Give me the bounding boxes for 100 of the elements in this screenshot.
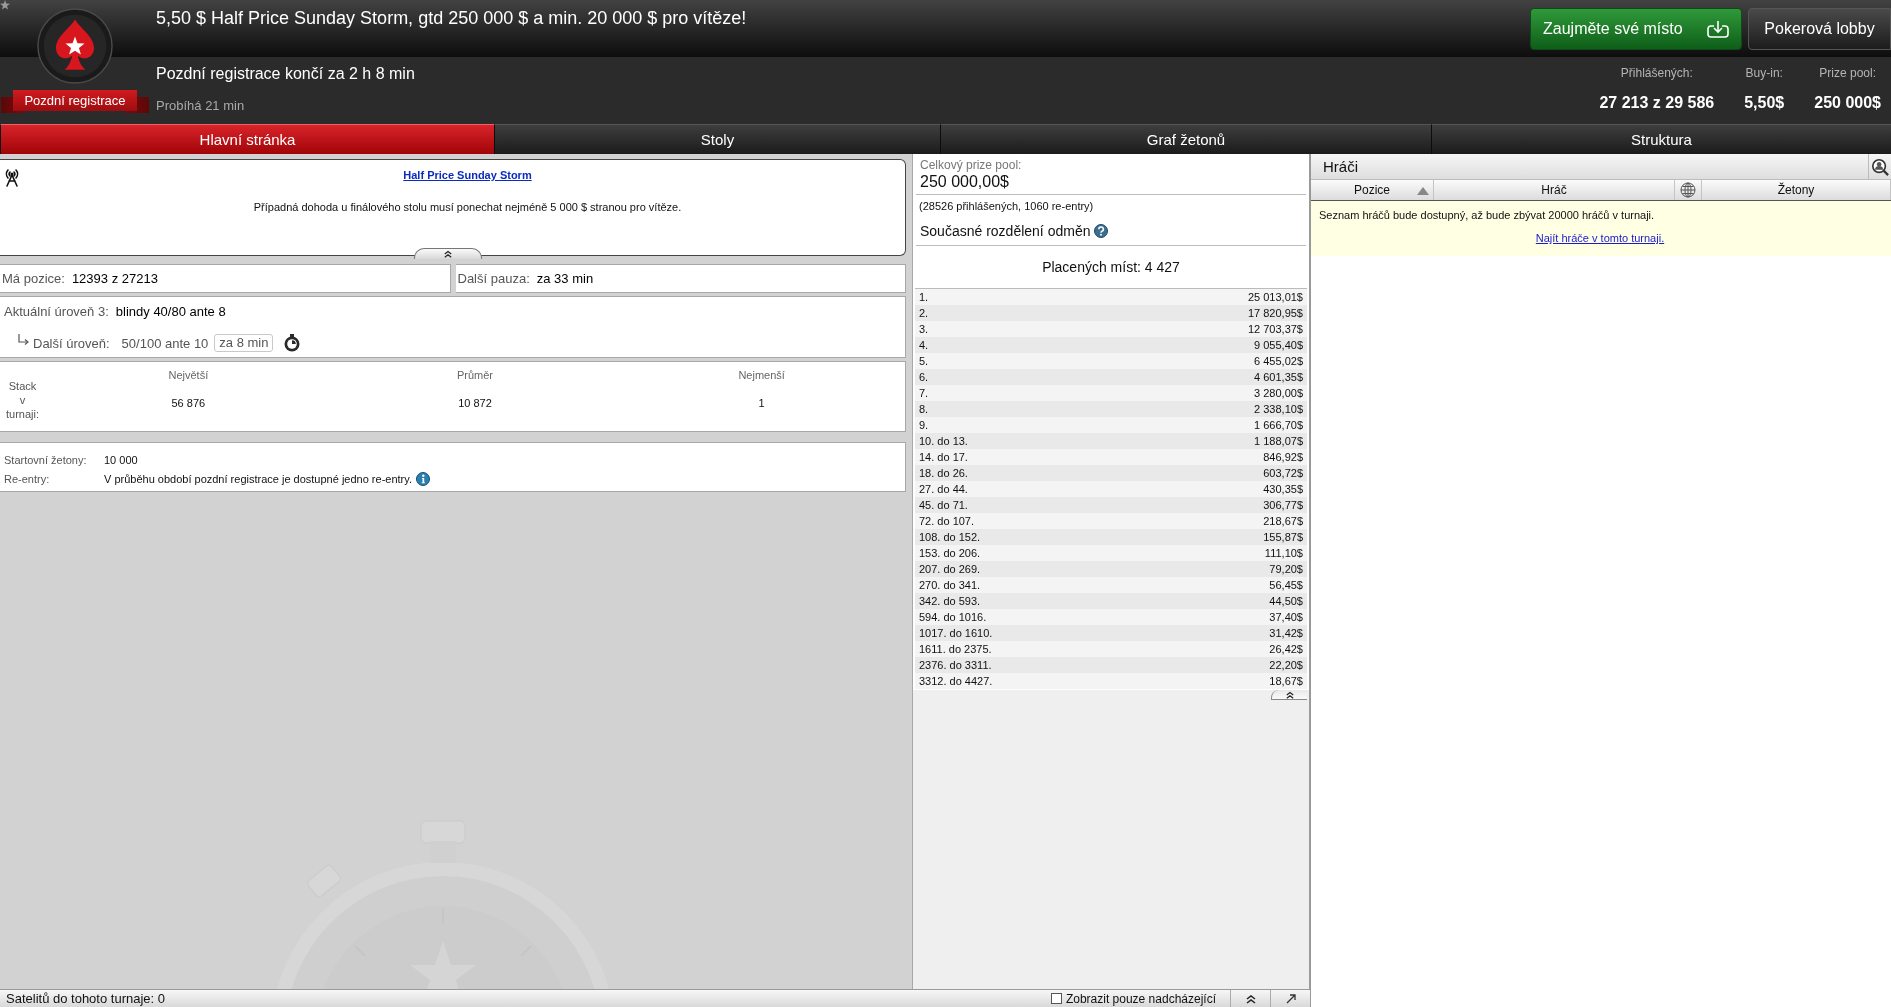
payout-amount: 44,50$ (1269, 595, 1303, 607)
payout-place: 14. do 17. (919, 451, 968, 463)
tab[interactable]: Struktura (1431, 124, 1891, 154)
payout-amount: 26,42$ (1269, 643, 1303, 655)
prize-pool-label: Celkový prize pool: (920, 158, 1023, 172)
players-title: Hráči (1323, 158, 1358, 175)
find-players-link[interactable]: Najít hráče v tomto turnaji. (1535, 231, 1665, 245)
paid-places: Placených míst: 4 427 (1042, 259, 1180, 275)
payout-place: 7. (919, 387, 929, 399)
payout-amount: 6 455,02$ (1254, 355, 1303, 367)
payout-amount: 79,20$ (1269, 563, 1303, 575)
info-icon[interactable] (416, 471, 430, 486)
payout-place: 270. do 341. (919, 579, 981, 591)
stat-value: 27 213 z 29 586 (1599, 93, 1715, 113)
late-registration-text: Pozdní registrace končí za 2 h 8 min (156, 65, 415, 83)
payout-place: 2. (919, 307, 929, 319)
notice-text: Seznam hráčů bude dostupný, až bude zbývat 20000 hráčů v turnaji. (1319, 208, 1656, 222)
stack-heading: Největší (168, 368, 209, 383)
running-time: Probíhá 21 min (156, 98, 245, 114)
payout-place: 1017. do 1610. (919, 627, 993, 639)
payout-place: 153. do 206. (919, 547, 981, 559)
double-chevron-up-icon (1284, 690, 1295, 699)
tab[interactable]: Graf žetonů (940, 124, 1431, 154)
find-player-button[interactable] (1868, 154, 1891, 179)
payout-amount: 1 188,07$ (1254, 435, 1303, 447)
stat-label: Přihlášených: (1620, 65, 1693, 81)
payout-amount: 2 338,10$ (1254, 403, 1303, 415)
tab[interactable]: Hlavní stránka (0, 124, 494, 154)
register-button[interactable]: Zaujměte své místo (1530, 8, 1742, 50)
payout-amount: 22,20$ (1269, 659, 1303, 671)
field-value: 12393 z 27213 (71, 271, 158, 286)
payout-amount: 218,67$ (1263, 515, 1303, 527)
payout-place: 6. (919, 371, 929, 383)
payout-place: 342. do 593. (919, 595, 981, 607)
detail-value: V průběhu období pozdní registrace je dostupné jedno re-entry. (104, 472, 412, 485)
payout-amount: 25 013,01$ (1247, 291, 1303, 303)
payout-place: 2376. do 3311. (919, 659, 992, 671)
payout-place: 9. (919, 419, 929, 431)
globe-icon (1680, 182, 1696, 198)
detail-value: 10 000 (104, 453, 138, 466)
level-countdown: za 8 min (214, 334, 274, 352)
field-value: za 33 min (536, 271, 594, 286)
star-icon[interactable] (0, 0, 10, 10)
stopwatch-icon (283, 334, 302, 352)
collapse-button[interactable] (1271, 690, 1307, 700)
field-label: Další pauza: (457, 271, 530, 286)
stack-heading: Průměr (456, 368, 493, 383)
payout-place: 1. (919, 291, 929, 303)
payout-place: 4. (919, 339, 929, 351)
sort-ascending-icon (1417, 187, 1429, 195)
download-tray-icon (1707, 20, 1729, 38)
payout-amount: 3 280,00$ (1254, 387, 1303, 399)
double-chevron-up-icon (1244, 993, 1257, 1004)
column-header[interactable] (1675, 180, 1702, 200)
payout-amount: 155,87$ (1263, 531, 1303, 543)
column-header[interactable]: Pozice (1311, 180, 1434, 200)
stack-value: 1 (758, 396, 765, 410)
return-arrow-icon (17, 334, 29, 346)
next-level-label: Další úroveň: (33, 335, 110, 351)
stack-value: 56 876 (171, 396, 206, 410)
payout-amount: 306,77$ (1263, 499, 1303, 511)
payout-place: 27. do 44. (919, 483, 968, 495)
payout-amount: 17 820,95$ (1247, 307, 1303, 319)
stack-value: 10 872 (458, 396, 492, 410)
help-icon[interactable] (1094, 224, 1109, 238)
payout-place: 18. do 26. (919, 467, 968, 479)
prize-pool-value: 250 000,00$ (920, 172, 1010, 192)
stack-label: Stack v turnaji: (5, 378, 40, 421)
payout-amount: 1 666,70$ (1254, 419, 1303, 431)
payout-amount: 603,72$ (1263, 467, 1303, 479)
payout-place: 3. (919, 323, 929, 335)
lobby-button[interactable]: Pokerová lobby (1748, 8, 1891, 50)
payout-amount: 18,67$ (1269, 675, 1303, 687)
payout-amount: 31,42$ (1269, 627, 1303, 639)
satellites-text: Satelitů do tohoto turnaje: 0 (5, 991, 165, 1006)
detail-label: Startovní žetony: (4, 453, 88, 466)
stack-heading: Nejmenší (738, 368, 785, 383)
payout-amount: 846,92$ (1263, 451, 1303, 463)
distribution-label: Současné rozdělení odměn (920, 222, 1091, 240)
spade-logo-icon (37, 8, 113, 84)
tab[interactable]: Stoly (494, 124, 940, 154)
checkbox-label[interactable]: Zobrazit pouze nadcházející (1065, 991, 1216, 1006)
payout-place: 3312. do 4427. (919, 675, 993, 687)
payout-place: 108. do 152. (919, 531, 981, 543)
announcement-message: Případná dohoda u finálového stolu musí ponechat nejméně 5 000 $ stranou pro vítěze. (253, 200, 682, 214)
payout-amount: 9 055,40$ (1254, 339, 1303, 351)
column-header[interactable]: Žetony (1702, 180, 1891, 200)
collapse-button[interactable] (414, 248, 482, 259)
player-search-icon (1871, 157, 1889, 176)
payout-place: 207. do 269. (919, 563, 981, 575)
payout-amount: 4 601,35$ (1254, 371, 1303, 383)
field-label: Má pozice: (2, 271, 65, 286)
announcement-link[interactable]: Half Price Sunday Storm (403, 167, 532, 183)
payout-amount: 37,40$ (1269, 611, 1303, 623)
payout-place: 5. (919, 355, 929, 367)
checkbox[interactable] (1050, 993, 1062, 1004)
level-value: blindy 40/80 ante 8 (115, 303, 226, 319)
payout-place: 10. do 13. (919, 435, 968, 447)
stat-value: 5,50$ (1744, 93, 1785, 113)
column-header[interactable]: Hráč (1434, 180, 1675, 200)
